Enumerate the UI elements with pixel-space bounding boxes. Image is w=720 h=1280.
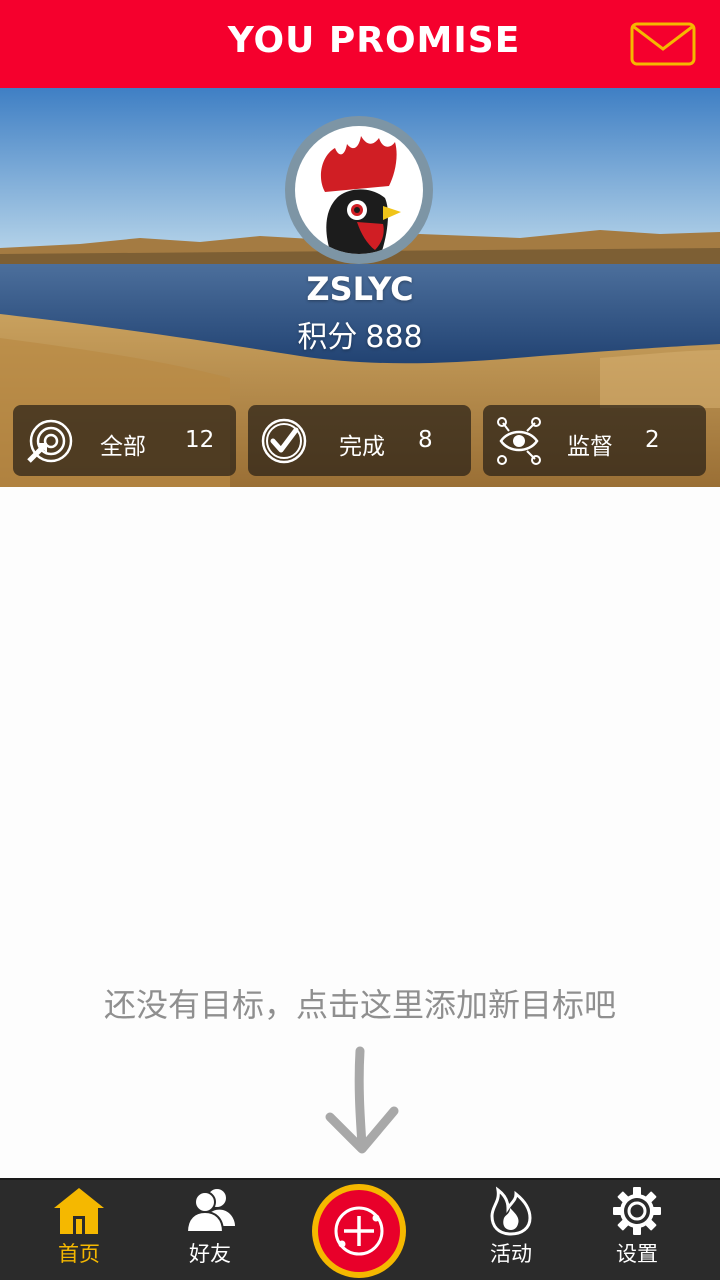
tab-activity-label: 活动 — [490, 1242, 532, 1266]
tab-home[interactable]: 首页 — [29, 1186, 129, 1280]
stat-all-label: 全部 — [100, 434, 146, 460]
tab-settings-label: 设置 — [616, 1242, 658, 1266]
points-display: 积分 888 — [0, 312, 720, 356]
down-arrow-icon — [318, 1045, 404, 1157]
eye-network-icon — [495, 417, 543, 465]
add-goal-icon — [334, 1206, 384, 1256]
points-value: 888 — [365, 320, 423, 355]
app-title: YOU PROMISE — [227, 20, 521, 61]
tab-activity[interactable]: 活动 — [461, 1186, 561, 1280]
target-arrow-icon — [25, 417, 73, 465]
gear-icon — [613, 1187, 661, 1235]
points-label: 积分 — [297, 320, 358, 355]
tab-settings[interactable]: 设置 — [587, 1186, 687, 1280]
rooster-icon — [320, 136, 401, 254]
mail-icon[interactable] — [630, 22, 696, 66]
friends-icon — [185, 1189, 235, 1233]
tab-friends-label: 好友 — [189, 1242, 231, 1266]
stat-all-count: 12 — [185, 427, 215, 453]
stat-done-button[interactable]: 完成 8 — [248, 405, 471, 476]
home-icon — [54, 1188, 104, 1234]
check-circle-icon — [260, 417, 308, 465]
stat-supervise-button[interactable]: 监督 2 — [483, 405, 706, 476]
stat-supervise-count: 2 — [645, 427, 660, 453]
empty-state-message[interactable]: 还没有目标，点击这里添加新目标吧 — [0, 980, 720, 1026]
stat-supervise-label: 监督 — [567, 434, 613, 460]
top-bar: YOU PROMISE — [0, 0, 720, 88]
tab-friends[interactable]: 好友 — [160, 1186, 260, 1280]
add-goal-button[interactable] — [312, 1184, 406, 1278]
tab-home-label: 首页 — [58, 1242, 100, 1266]
stat-all-button[interactable]: 全部 12 — [13, 405, 236, 476]
avatar[interactable] — [285, 116, 433, 264]
stat-done-count: 8 — [418, 427, 433, 453]
stat-done-label: 完成 — [339, 434, 385, 460]
flame-icon — [490, 1186, 532, 1236]
username: ZSLYC — [306, 270, 414, 308]
